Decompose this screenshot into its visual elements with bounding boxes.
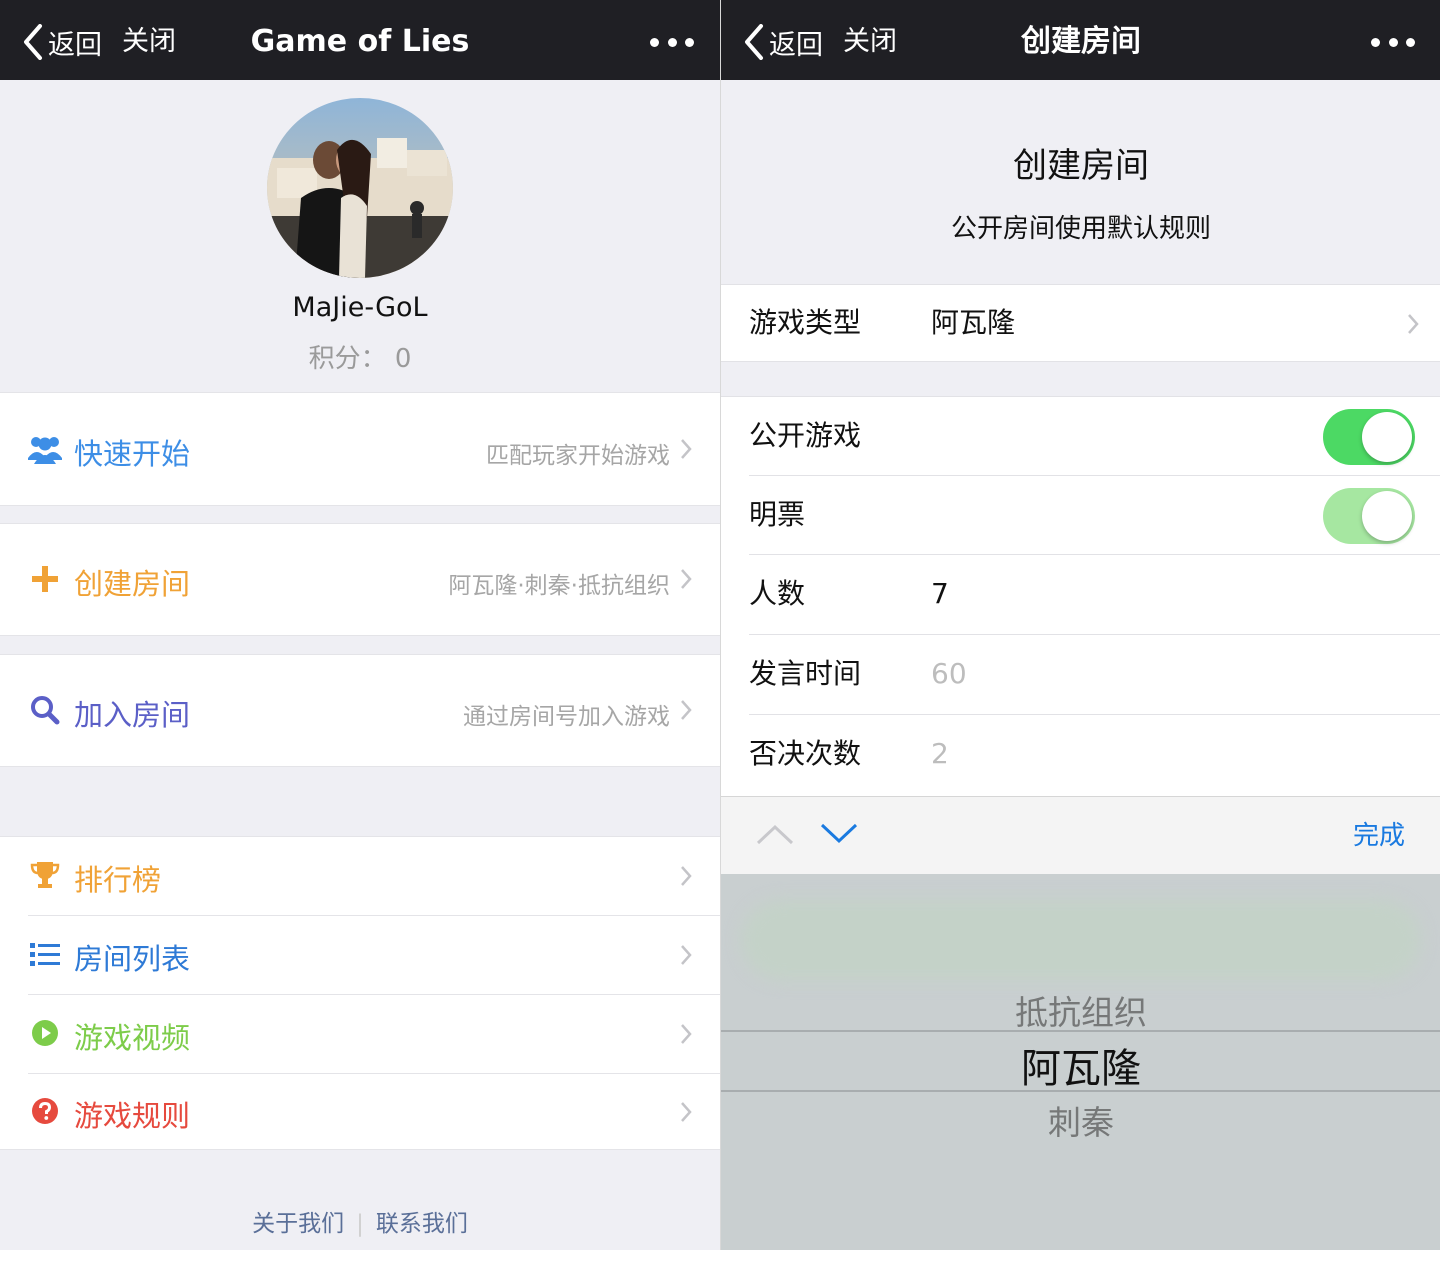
picker-option[interactable]: 刺秦 — [721, 1096, 1440, 1144]
chevron-right-icon — [681, 945, 692, 965]
veto-count-input[interactable]: 2 — [931, 715, 949, 793]
chevron-right-icon — [1408, 314, 1419, 334]
open-vote-toggle[interactable] — [1323, 488, 1415, 544]
join-room-hint: 通过房间号加入游戏 — [463, 704, 670, 730]
picker-selection-line — [721, 1090, 1440, 1092]
game-video-label: 游戏视频 — [74, 1021, 191, 1055]
game-video-row[interactable]: 游戏视频 — [0, 995, 720, 1073]
close-button[interactable]: 关闭 — [122, 20, 176, 64]
back-label: 返回 — [48, 29, 102, 61]
speak-time-input[interactable]: 60 — [931, 635, 967, 713]
close-button[interactable]: 关闭 — [843, 20, 897, 64]
picker-toolbar: 完成 — [721, 796, 1440, 874]
game-type-picker[interactable]: 抵抗组织 阿瓦隆 刺秦 — [721, 874, 1440, 1250]
back-label: 返回 — [769, 29, 823, 61]
nav-bar: 返回 关闭 创建房间 — [721, 0, 1440, 80]
quick-start-label: 快速开始 — [74, 437, 191, 471]
join-room-row[interactable]: 加入房间 通过房间号加入游戏 — [0, 655, 720, 766]
join-room-label: 加入房间 — [74, 698, 191, 732]
leaderboard-row[interactable]: 排行榜 — [0, 837, 720, 915]
join-room-card: 加入房间 通过房间号加入游戏 — [0, 654, 720, 767]
more-icon[interactable] — [650, 30, 694, 54]
form-title: 创建房间 — [1013, 146, 1149, 186]
avatar-photo — [267, 98, 453, 278]
public-game-toggle[interactable] — [1323, 409, 1415, 465]
search-icon — [28, 693, 62, 727]
plus-icon — [28, 562, 62, 596]
profile-section: MaJie-GoL 积分： 0 — [0, 80, 720, 392]
game-type-card: 游戏类型 阿瓦隆 — [721, 284, 1440, 362]
game-type-value: 阿瓦隆 — [931, 306, 1016, 339]
users-icon — [28, 432, 62, 466]
speak-time-row[interactable]: 发言时间 60 — [721, 635, 1440, 713]
chevron-left-icon — [745, 24, 763, 60]
veto-count-row[interactable]: 否决次数 2 — [721, 715, 1440, 793]
footer: 关于我们 | 联系我们 — [0, 1204, 720, 1238]
footer-divider: | — [356, 1211, 364, 1237]
chevron-right-icon — [681, 866, 692, 886]
public-game-label: 公开游戏 — [749, 419, 862, 452]
chevron-up-icon[interactable] — [755, 819, 795, 849]
room-list-label: 房间列表 — [74, 942, 191, 976]
play-icon — [28, 1016, 62, 1050]
about-us-link[interactable]: 关于我们 — [252, 1211, 344, 1237]
public-game-row: 公开游戏 — [721, 397, 1440, 475]
speak-time-label: 发言时间 — [749, 657, 862, 690]
veto-count-label: 否决次数 — [749, 737, 862, 770]
create-room-row[interactable]: 创建房间 阿瓦隆·刺秦·抵抗组织 — [0, 524, 720, 635]
avatar[interactable] — [267, 98, 453, 278]
home-screen: 返回 关闭 Game of Lies MaJie-GoL 积分： 0 快速开始 … — [0, 0, 720, 1250]
back-button[interactable]: 返回 — [743, 20, 823, 64]
form-subtitle: 公开房间使用默认规则 — [950, 214, 1211, 244]
picker-option-selected[interactable]: 阿瓦隆 — [721, 1036, 1440, 1094]
players-value[interactable]: 7 — [931, 555, 949, 633]
create-room-card: 创建房间 阿瓦隆·刺秦·抵抗组织 — [0, 523, 720, 636]
picker-selection-line — [721, 1030, 1440, 1032]
score-text: 积分： 0 — [308, 344, 412, 374]
quick-start-card: 快速开始 匹配玩家开始游戏 — [0, 392, 720, 506]
chevron-down-icon[interactable] — [819, 819, 859, 849]
game-rules-row[interactable]: 游戏规则 — [0, 1074, 720, 1150]
create-room-screen: 返回 关闭 创建房间 创建房间 公开房间使用默认规则 游戏类型 阿瓦隆 公开游戏… — [720, 0, 1440, 1250]
page-title: 创建房间 — [1021, 24, 1141, 59]
done-button[interactable]: 完成 — [1353, 797, 1405, 875]
back-button[interactable]: 返回 — [22, 20, 102, 64]
open-vote-row: 明票 — [721, 476, 1440, 554]
room-list-row[interactable]: 房间列表 — [0, 916, 720, 994]
more-icon[interactable] — [1371, 30, 1415, 54]
contact-us-link[interactable]: 联系我们 — [376, 1211, 468, 1237]
quick-start-hint: 匹配玩家开始游戏 — [486, 443, 670, 469]
chevron-right-icon — [681, 1102, 692, 1122]
links-card: 排行榜 房间列表 游戏视频 游戏规则 — [0, 836, 720, 1150]
game-rules-label: 游戏规则 — [74, 1099, 191, 1133]
help-icon — [28, 1094, 62, 1128]
chevron-right-icon — [681, 439, 692, 459]
leaderboard-label: 排行榜 — [74, 863, 162, 897]
list-icon — [28, 937, 62, 971]
username: MaJie-GoL — [292, 292, 428, 323]
chevron-right-icon — [681, 1024, 692, 1044]
settings-card: 公开游戏 明票 人数 7 发言时间 60 否决次数 2 — [721, 396, 1440, 796]
chevron-right-icon — [681, 569, 692, 589]
chevron-left-icon — [24, 24, 42, 60]
quick-start-row[interactable]: 快速开始 匹配玩家开始游戏 — [0, 393, 720, 505]
game-type-row[interactable]: 游戏类型 阿瓦隆 — [721, 285, 1440, 361]
trophy-icon — [28, 858, 62, 892]
open-vote-label: 明票 — [749, 498, 806, 531]
create-room-label: 创建房间 — [74, 567, 191, 601]
chevron-right-icon — [681, 700, 692, 720]
players-label: 人数 — [749, 577, 806, 610]
page-title: Game of Lies — [250, 24, 470, 59]
players-row[interactable]: 人数 7 — [721, 555, 1440, 633]
create-room-hint: 阿瓦隆·刺秦·抵抗组织 — [448, 573, 670, 599]
game-type-label: 游戏类型 — [749, 306, 862, 339]
picker-highlight — [741, 900, 1421, 980]
form-header: 创建房间 公开房间使用默认规则 — [721, 80, 1440, 284]
nav-bar: 返回 关闭 Game of Lies — [0, 0, 720, 80]
picker-option[interactable]: 抵抗组织 — [721, 986, 1440, 1034]
